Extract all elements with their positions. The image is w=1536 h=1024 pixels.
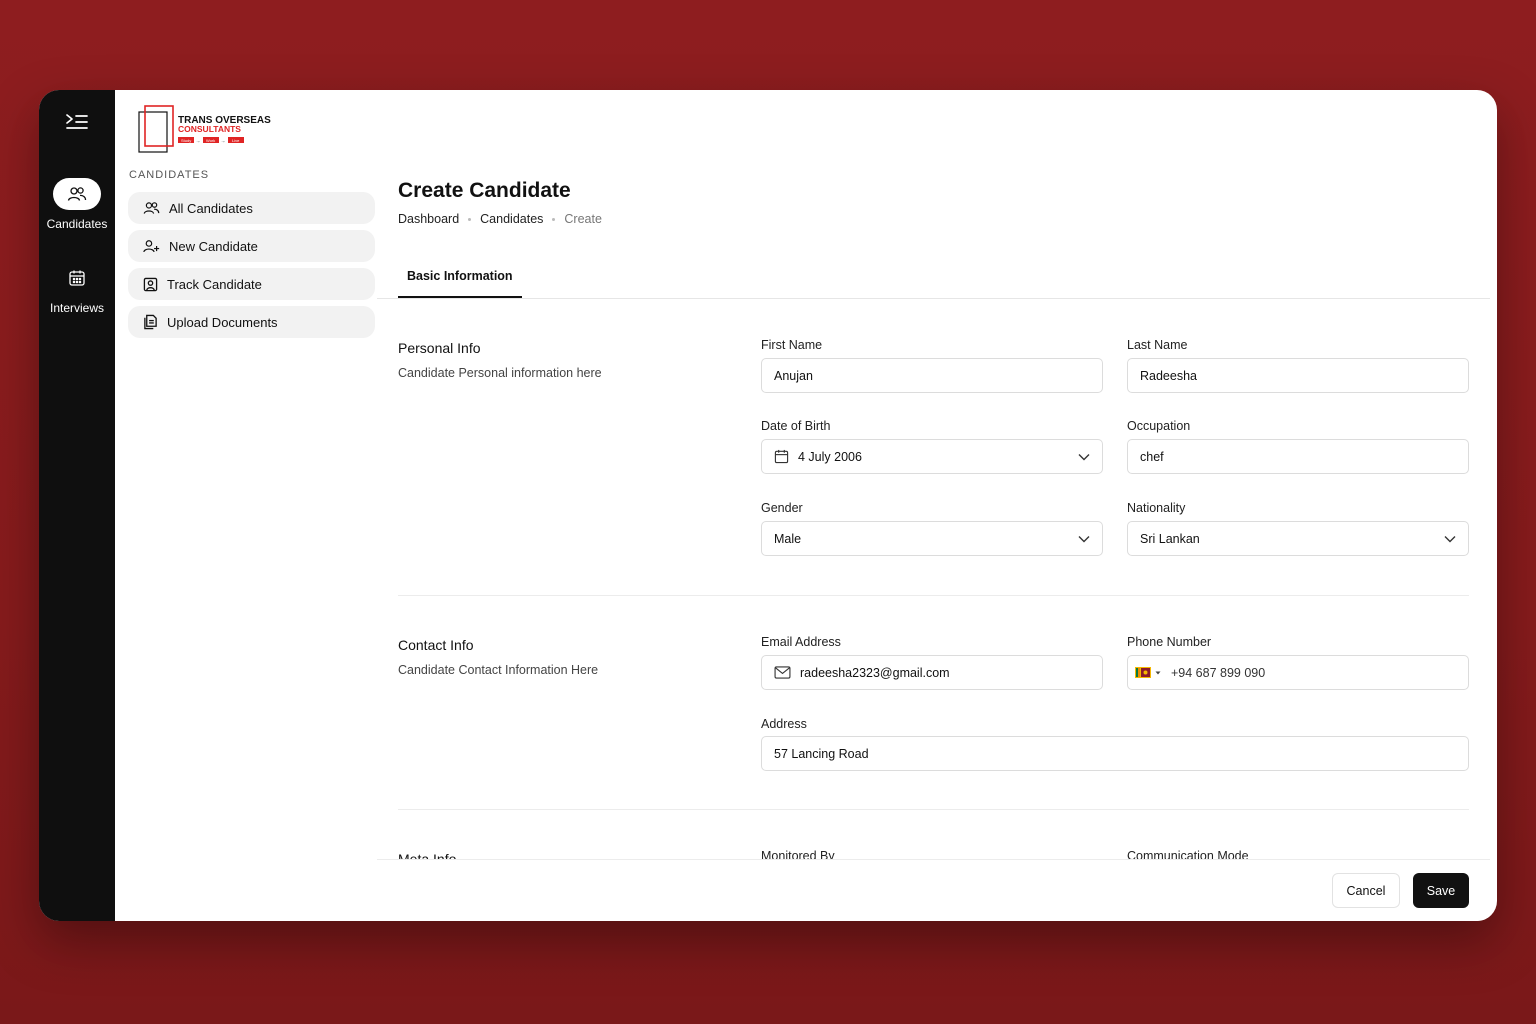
tab-bar: Basic Information xyxy=(377,256,1490,299)
phone-label: Phone Number xyxy=(1127,635,1212,649)
nationality-select[interactable]: Sri Lankan xyxy=(1127,521,1469,556)
rail-item-candidates[interactable]: Candidates xyxy=(39,178,115,231)
sub-navigation: TRANS OVERSEAS CONSULTANTS Study → Work … xyxy=(115,90,377,921)
last-name-input[interactable]: Radeesha xyxy=(1127,358,1469,393)
dob-picker[interactable]: 4 July 2006 xyxy=(761,439,1103,474)
rail-label: Candidates xyxy=(46,217,108,231)
page-title: Create Candidate xyxy=(398,179,571,202)
rail-label: Interviews xyxy=(49,301,105,315)
occupation-value: chef xyxy=(1140,449,1164,464)
calendar-icon xyxy=(69,270,85,286)
company-logo[interactable]: TRANS OVERSEAS CONSULTANTS Study → Work … xyxy=(137,104,277,156)
section-divider xyxy=(398,595,1469,596)
email-field[interactable]: radeesha2323@gmail.com xyxy=(761,655,1103,690)
cancel-button[interactable]: Cancel xyxy=(1332,873,1400,908)
nationality-label: Nationality xyxy=(1127,501,1186,515)
first-name-label: First Name xyxy=(761,338,823,352)
svg-text:Study: Study xyxy=(181,138,191,143)
caret-down-icon xyxy=(1155,671,1161,674)
users-icon xyxy=(143,202,160,214)
nav-item-track-candidate[interactable]: Track Candidate xyxy=(128,268,375,300)
breadcrumb-dashboard[interactable]: Dashboard xyxy=(398,212,459,226)
chevron-down-icon xyxy=(1078,453,1090,461)
tab-basic-information[interactable]: Basic Information xyxy=(398,256,522,298)
address-input[interactable]: 57 Lancing Road xyxy=(761,736,1469,771)
nav-item-label: Upload Documents xyxy=(167,314,278,330)
breadcrumb-separator xyxy=(468,217,472,221)
nav-item-new-candidate[interactable]: New Candidate xyxy=(128,230,375,262)
form-footer: Cancel Save xyxy=(377,859,1490,921)
email-label: Email Address xyxy=(761,635,841,649)
mail-icon xyxy=(774,666,791,679)
chevron-down-icon xyxy=(1444,535,1456,543)
documents-icon xyxy=(144,314,157,330)
occupation-label: Occupation xyxy=(1127,419,1191,433)
contact-info-description: Candidate Contact Information Here xyxy=(398,663,599,677)
gender-value: Male xyxy=(774,531,802,546)
menu-indent-icon[interactable] xyxy=(64,111,90,133)
sri-lanka-flag-icon xyxy=(1135,667,1151,678)
svg-text:CONSULTANTS: CONSULTANTS xyxy=(178,124,241,134)
calendar-icon xyxy=(774,449,789,464)
first-name-input[interactable]: Anujan xyxy=(761,358,1103,393)
first-name-value: Anujan xyxy=(774,368,813,383)
breadcrumb-create: Create xyxy=(564,212,602,226)
svg-text:Work: Work xyxy=(206,138,215,143)
section-divider xyxy=(398,809,1469,810)
app-window: Candidates Interviews TRANS OVERSEAS CON… xyxy=(39,90,1497,921)
dob-label: Date of Birth xyxy=(761,419,831,433)
nav-item-label: New Candidate xyxy=(169,238,258,254)
main-content: Create Candidate Dashboard Candidates Cr… xyxy=(377,90,1497,921)
occupation-input[interactable]: chef xyxy=(1127,439,1469,474)
user-square-icon xyxy=(143,277,158,291)
nav-item-label: All Candidates xyxy=(169,200,253,216)
address-label: Address xyxy=(761,717,807,731)
user-plus-icon xyxy=(143,240,160,253)
address-value: 57 Lancing Road xyxy=(774,746,869,761)
svg-text:→: → xyxy=(221,139,226,145)
nav-item-upload-documents[interactable]: Upload Documents xyxy=(128,306,375,338)
nav-section-title: CANDIDATES xyxy=(129,169,210,181)
communication-mode-label: Communication Mode xyxy=(1127,849,1249,859)
rail-item-interviews[interactable]: Interviews xyxy=(39,262,115,315)
rail-pill xyxy=(53,178,101,210)
monitored-by-label: Monitored By xyxy=(761,849,835,859)
icon-rail: Candidates Interviews xyxy=(39,90,115,921)
dob-value: 4 July 2006 xyxy=(798,449,862,464)
personal-info-description: Candidate Personal information here xyxy=(398,366,602,380)
gender-select[interactable]: Male xyxy=(761,521,1103,556)
nationality-value: Sri Lankan xyxy=(1140,531,1200,546)
breadcrumb-candidates[interactable]: Candidates xyxy=(480,212,543,226)
meta-info-title: Meta Info xyxy=(398,851,457,859)
phone-value: +94 687 899 090 xyxy=(1171,665,1266,680)
last-name-label: Last Name xyxy=(1127,338,1188,352)
nav-item-label: Track Candidate xyxy=(167,276,262,292)
email-value: radeesha2323@gmail.com xyxy=(800,665,950,680)
chevron-down-icon xyxy=(1078,535,1090,543)
save-button[interactable]: Save xyxy=(1413,873,1469,908)
form-scroll-area[interactable]: Personal Info Candidate Personal informa… xyxy=(377,299,1497,859)
nav-item-all-candidates[interactable]: All Candidates xyxy=(128,192,375,224)
contact-info-title: Contact Info xyxy=(398,637,474,653)
gender-label: Gender xyxy=(761,501,803,515)
svg-text:Live: Live xyxy=(232,138,240,143)
breadcrumb-separator xyxy=(552,217,556,221)
phone-field[interactable]: +94 687 899 090 xyxy=(1127,655,1469,690)
personal-info-title: Personal Info xyxy=(398,340,481,356)
rail-pill xyxy=(53,262,101,294)
breadcrumb: Dashboard Candidates Create xyxy=(398,212,602,226)
last-name-value: Radeesha xyxy=(1140,368,1197,383)
users-icon xyxy=(67,187,87,201)
country-flag-dropdown[interactable] xyxy=(1135,667,1162,678)
svg-text:→: → xyxy=(196,139,201,145)
